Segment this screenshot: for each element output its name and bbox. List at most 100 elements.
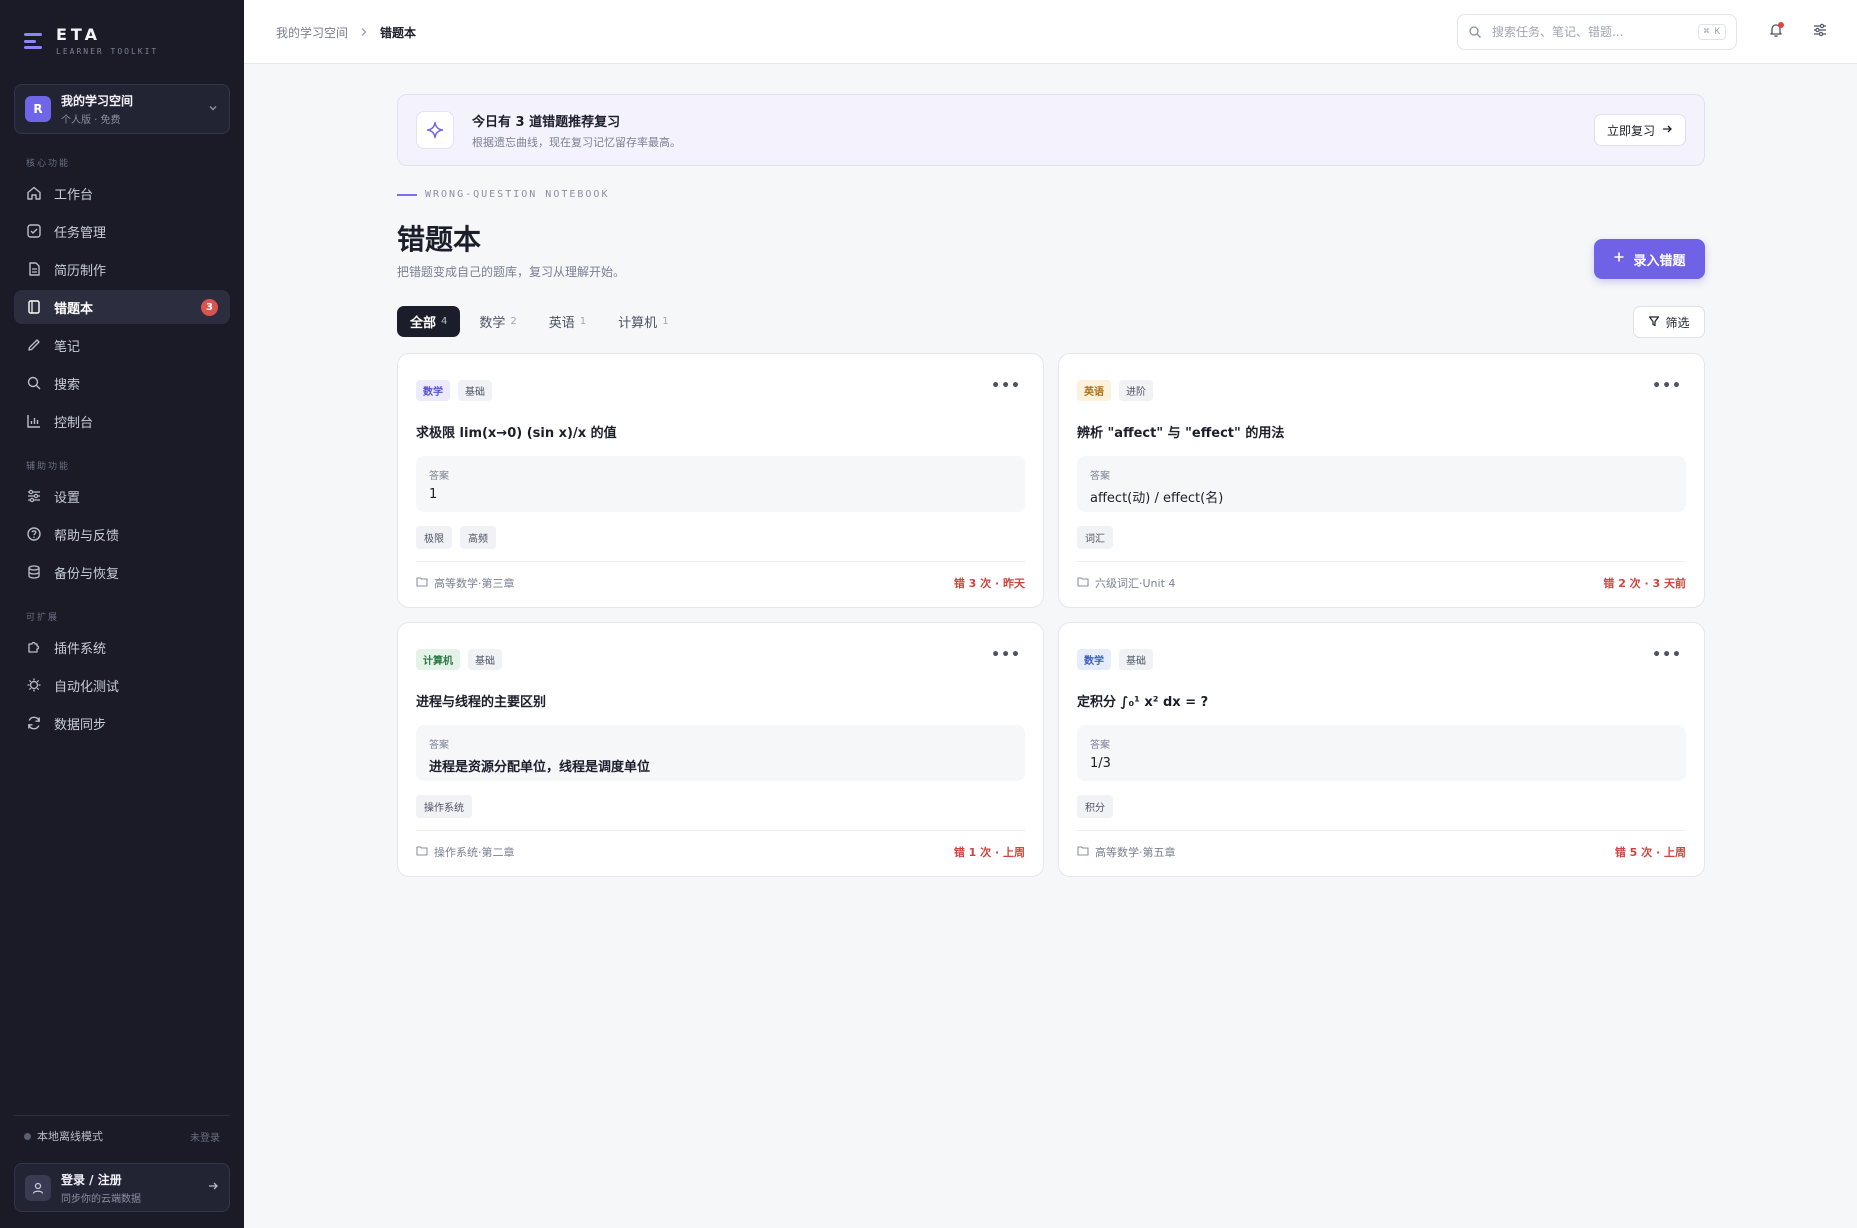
workspace-name: 我的学习空间: [61, 94, 134, 108]
sidebar-divider: [14, 1115, 230, 1116]
tab-label: 计算机: [618, 316, 658, 331]
question-card[interactable]: 计算机 基础 ••• 进程与线程的主要区别 答案 进程是资源分配单位，线程是调度…: [397, 622, 1044, 877]
question-text: 求极限 lim(x→0) (sin x)/x 的值: [416, 426, 617, 441]
sidebar-item-label: 错题本: [54, 301, 94, 317]
answer-box: 答案 1/3: [1077, 725, 1686, 781]
sidebar-item-wrongbook[interactable]: 错题本 3: [14, 290, 230, 324]
banner-subtitle: 根据遗忘曲线，现在复习记忆留存率最高。: [472, 135, 681, 149]
sidebar-item-label: 控制台: [54, 415, 94, 431]
more-icon[interactable]: •••: [991, 647, 1021, 663]
mistake-stats: 错 3 次 · 昨天: [953, 577, 1025, 590]
search-input[interactable]: [1492, 25, 1698, 39]
answer-label: 答案: [429, 740, 449, 751]
tab-label: 英语: [548, 316, 575, 331]
tab-computer[interactable]: 计算机 1: [605, 306, 681, 337]
answer-box: 答案 进程是资源分配单位，线程是调度单位: [416, 725, 1025, 781]
sidebar-item-sync[interactable]: 数据同步: [14, 706, 230, 740]
knowledge-tag[interactable]: 高频: [460, 526, 496, 549]
search-bar[interactable]: ⌘ K: [1457, 14, 1737, 50]
sidebar-item-label: 简历制作: [54, 263, 107, 279]
login-subtitle: 同步你的云端数据: [61, 1193, 141, 1205]
sidebar-item-backup[interactable]: 备份与恢复: [14, 555, 230, 589]
eyebrow-text: WRONG-QUESTION NOTEBOOK: [425, 189, 610, 200]
sidebar-item-notes[interactable]: 笔记: [14, 328, 230, 362]
status-dot-icon: [24, 1132, 31, 1140]
more-icon[interactable]: •••: [1652, 647, 1682, 663]
brand-name: ETA: [56, 25, 101, 44]
banner-title: 今日有 3 道错题推荐复习: [472, 114, 621, 130]
add-wrong-question-button[interactable]: 录入错题: [1594, 239, 1705, 279]
knowledge-tag[interactable]: 积分: [1077, 795, 1113, 818]
puzzle-icon: [26, 639, 42, 655]
home-icon: [26, 185, 42, 201]
sidebar-item-label: 帮助与反馈: [54, 528, 120, 544]
tab-math[interactable]: 数学 2: [466, 306, 529, 337]
sidebar-item-autotest[interactable]: 自动化测试: [14, 668, 230, 702]
sparkle-icon: [416, 111, 454, 149]
review-now-button[interactable]: 立即复习: [1593, 114, 1686, 146]
topbar: 我的学习空间 错题本 ⌘ K: [244, 0, 1857, 64]
knowledge-tag[interactable]: 操作系统: [416, 795, 472, 818]
pen-icon: [26, 337, 42, 353]
sliders-icon: [26, 488, 42, 504]
notebook-icon: [26, 299, 42, 315]
search-icon: [26, 375, 42, 391]
sidebar-item-label: 笔记: [54, 339, 81, 355]
sidebar-item-console[interactable]: 控制台: [14, 404, 230, 438]
sidebar-item-tasks[interactable]: 任务管理: [14, 214, 230, 248]
workspace-switcher[interactable]: R 我的学习空间 个人版 · 免费: [14, 84, 230, 134]
source-text: 高等数学·第五章: [1095, 846, 1176, 859]
filter-button[interactable]: 筛选: [1633, 306, 1705, 338]
knowledge-tag[interactable]: 极限: [416, 526, 452, 549]
sidebar-item-label: 数据同步: [54, 717, 107, 733]
page-subtitle: 把错题变成自己的题库，复习从理解开始。: [397, 265, 626, 279]
arrow-right-icon: [1661, 123, 1673, 138]
notifications-button[interactable]: [1764, 20, 1788, 44]
filter-icon: [1648, 315, 1660, 330]
eyebrow-line: [397, 193, 417, 196]
workspace-plan: 个人版 · 免费: [61, 115, 121, 126]
level-tag: 基础: [468, 649, 502, 670]
sidebar-item-label: 自动化测试: [54, 679, 120, 695]
question-card[interactable]: 数学 基础 ••• 定积分 ∫₀¹ x² dx = ? 答案 1/3 积分 高等…: [1058, 622, 1705, 877]
tab-label: 数学: [479, 316, 506, 331]
question-card[interactable]: 数学 基础 ••• 求极限 lim(x→0) (sin x)/x 的值 答案 1…: [397, 353, 1044, 608]
level-tag: 进阶: [1119, 380, 1153, 401]
preferences-button[interactable]: [1808, 20, 1832, 44]
folder-icon: [416, 576, 428, 590]
menu-logo-icon: [24, 31, 46, 51]
sidebar-item-search[interactable]: 搜索: [14, 366, 230, 400]
folder-icon: [1077, 576, 1089, 590]
login-title: 登录 / 注册: [61, 1172, 122, 1187]
sidebar-item-resume[interactable]: 简历制作: [14, 252, 230, 286]
subject-tag: 数学: [416, 380, 450, 401]
chart-icon: [26, 413, 42, 429]
knowledge-tag[interactable]: 词汇: [1077, 526, 1113, 549]
review-banner: 今日有 3 道错题推荐复习 根据遗忘曲线，现在复习记忆留存率最高。 立即复习: [397, 94, 1705, 166]
answer-text: 进程是资源分配单位，线程是调度单位: [429, 760, 651, 775]
brand-logo[interactable]: ETA LEARNER TOOLKIT: [24, 26, 158, 56]
answer-label: 答案: [429, 471, 449, 482]
answer-label: 答案: [1090, 740, 1110, 751]
nav-section-aux: 辅助功能: [26, 462, 71, 472]
question-card[interactable]: 英语 进阶 ••• 辨析 "affect" 与 "effect" 的用法 答案 …: [1058, 353, 1705, 608]
tab-all[interactable]: 全部 4: [397, 306, 461, 337]
tab-english[interactable]: 英语 1: [536, 306, 599, 337]
help-icon: [26, 526, 42, 542]
sidebar-item-dashboard[interactable]: 工作台: [14, 176, 230, 210]
sidebar-item-settings[interactable]: 设置: [14, 479, 230, 513]
chevron-right-icon: [360, 26, 368, 40]
more-icon[interactable]: •••: [991, 378, 1021, 394]
sidebar-item-help[interactable]: 帮助与反馈: [14, 517, 230, 551]
sliders-icon: [1812, 22, 1828, 42]
question-text: 进程与线程的主要区别: [416, 695, 547, 710]
breadcrumb-root[interactable]: 我的学习空间: [276, 24, 348, 41]
question-text: 辨析 "affect" 与 "effect" 的用法: [1077, 426, 1285, 441]
more-icon[interactable]: •••: [1652, 378, 1682, 394]
search-icon: [1468, 25, 1482, 39]
login-button[interactable]: 登录 / 注册 同步你的云端数据: [14, 1163, 230, 1212]
sidebar-item-label: 任务管理: [54, 225, 107, 241]
sidebar-item-plugins[interactable]: 插件系统: [14, 630, 230, 664]
review-now-label: 立即复习: [1606, 123, 1655, 138]
answer-text: affect(动) / effect(名): [1090, 491, 1224, 506]
